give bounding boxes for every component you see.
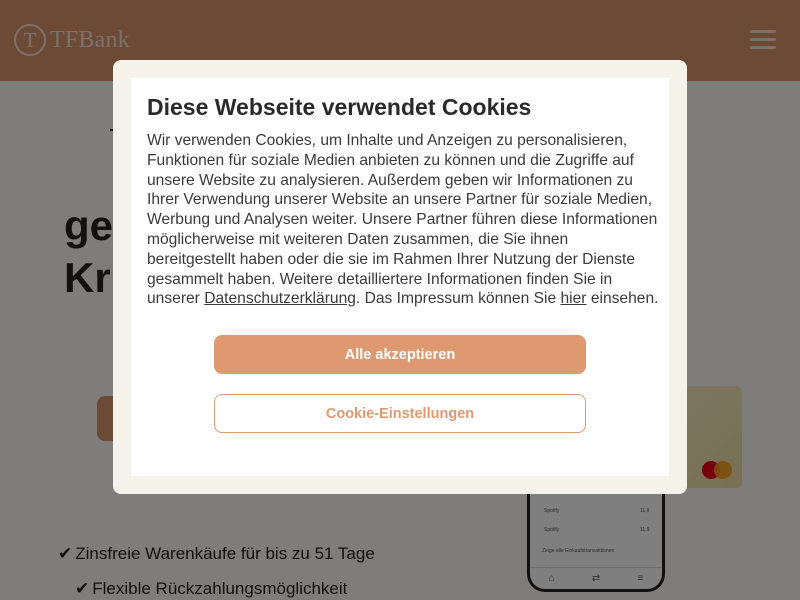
cookie-text-mid: . Das Impressum können Sie	[355, 290, 561, 308]
cookie-settings-button[interactable]: Cookie-Einstellungen	[214, 394, 586, 434]
cookie-dialog-content: Diese Webseite verwendet Cookies Wir ver…	[131, 78, 669, 476]
privacy-policy-link[interactable]: Datenschutzerklärung	[204, 290, 356, 307]
cookie-text-main: Wir verwenden Cookies, um Inhalte und An…	[147, 132, 658, 308]
cookie-text-end: einsehen.	[586, 290, 659, 308]
page: T TFBank ge Kr Spotify 11,9 Spotify 11,9…	[0, 0, 800, 600]
accept-all-button[interactable]: Alle akzeptieren	[214, 335, 586, 375]
cookie-dialog: Diese Webseite verwendet Cookies Wir ver…	[113, 60, 687, 494]
cookie-dialog-title: Diese Webseite verwendet Cookies	[147, 94, 532, 120]
cookie-dialog-text: Wir verwenden Cookies, um Inhalte und An…	[147, 131, 659, 309]
imprint-link[interactable]: hier	[560, 290, 586, 307]
